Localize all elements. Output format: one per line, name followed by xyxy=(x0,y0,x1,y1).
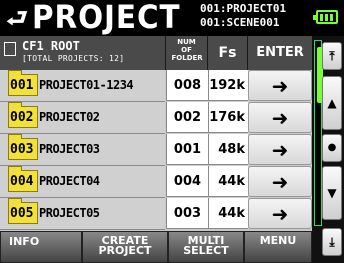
fs-value: 48k xyxy=(208,134,248,165)
scroll-top-icon[interactable]: ⤒ xyxy=(322,42,342,70)
project-name-cell[interactable]: 004 PROJECT04 xyxy=(0,166,165,198)
column-enter: ENTER xyxy=(248,36,312,70)
project-name-cell[interactable]: 002 PROJECT02 xyxy=(0,102,165,134)
total-projects-label: [TOTAL PROJECTS: 12] xyxy=(22,54,125,63)
scroll-track[interactable] xyxy=(314,40,323,226)
column-num-folder-label: NUM OF FOLDER xyxy=(171,38,203,62)
back-arrow-icon[interactable]: ⮐ xyxy=(4,4,30,32)
project-name: PROJECT04 xyxy=(39,174,100,188)
root-header: CF1 ROOT [TOTAL PROJECTS: 12] xyxy=(0,36,166,70)
project-name: PROJECT05 xyxy=(39,206,100,220)
page-title: PROJECT xyxy=(32,0,181,36)
arrow-right-icon: ➜ xyxy=(271,74,289,98)
arrow-right-icon: ➜ xyxy=(271,202,289,226)
project-name: PROJECT03 xyxy=(39,142,100,156)
enter-button[interactable]: ➜ xyxy=(248,70,312,101)
scrollbar[interactable]: ⤒ ▲ ● ▼ ⤓ xyxy=(312,36,344,263)
info-button[interactable]: INFO xyxy=(0,231,82,263)
arrow-right-icon: ➜ xyxy=(271,170,289,194)
table-header: CF1 ROOT [TOTAL PROJECTS: 12] NUM OF FOL… xyxy=(0,36,312,70)
battery-icon xyxy=(313,10,338,24)
column-fs: Fs xyxy=(208,36,248,70)
folder-icon: 005 xyxy=(8,198,38,224)
project-name-cell[interactable]: 001 PROJECT01-1234 xyxy=(0,70,165,102)
folder-icon: 004 xyxy=(8,166,38,192)
arrow-right-icon: ➜ xyxy=(271,138,289,162)
card-icon xyxy=(4,42,16,56)
num-folder-value: 001 xyxy=(166,134,208,165)
root-label: CF1 ROOT xyxy=(22,39,80,53)
fs-value: 44k xyxy=(208,198,248,229)
header-bar: ⮐ PROJECT 001:PROJECT01 001:SCENE001 xyxy=(0,0,344,36)
scroll-down-icon[interactable]: ▼ xyxy=(322,166,342,220)
folder-icon: 002 xyxy=(8,102,38,128)
arrow-right-icon: ➜ xyxy=(271,106,289,130)
project-name: PROJECT02 xyxy=(39,110,100,124)
multi-select-button[interactable]: MULTI SELECT xyxy=(168,231,244,263)
menu-button-label: MENU xyxy=(259,234,297,247)
scroll-bottom-icon[interactable]: ⤓ xyxy=(322,228,342,256)
fs-value: 44k xyxy=(208,166,248,197)
project-name: PROJECT01-1234 xyxy=(39,78,134,92)
table-row[interactable]: 002 PROJECT02 002 176k ➜ xyxy=(0,102,312,134)
folder-icon: 001 xyxy=(8,70,38,96)
enter-button[interactable]: ➜ xyxy=(248,102,312,133)
menu-button[interactable]: MENU xyxy=(244,231,312,263)
current-scene-label: 001:SCENE001 xyxy=(200,16,280,29)
project-name-cell[interactable]: 003 PROJECT03 xyxy=(0,134,165,166)
project-index: 004 xyxy=(10,174,34,189)
num-folder-value: 008 xyxy=(166,70,208,101)
enter-button[interactable]: ➜ xyxy=(248,134,312,165)
multi-button-label-2: SELECT xyxy=(183,244,229,257)
scroll-position-icon: ● xyxy=(322,134,342,162)
footer-bar: INFO CREATE PROJECT MULTI SELECT MENU xyxy=(0,231,312,263)
enter-button[interactable]: ➜ xyxy=(248,198,312,229)
project-list: CF1 ROOT [TOTAL PROJECTS: 12] NUM OF FOL… xyxy=(0,36,312,231)
table-row[interactable]: 005 PROJECT05 003 44k ➜ xyxy=(0,198,312,230)
project-name-cell[interactable]: 005 PROJECT05 xyxy=(0,198,165,230)
current-project-label: 001:PROJECT01 xyxy=(200,2,287,15)
project-index: 002 xyxy=(10,110,34,125)
num-folder-value: 003 xyxy=(166,198,208,229)
fs-value: 192k xyxy=(208,70,248,101)
column-num-folder: NUM OF FOLDER xyxy=(166,36,208,70)
scroll-up-icon[interactable]: ▲ xyxy=(322,76,342,130)
num-folder-value: 002 xyxy=(166,102,208,133)
table-row[interactable]: 001 PROJECT01-1234 008 192k ➜ xyxy=(0,70,312,102)
project-index: 001 xyxy=(10,78,34,93)
project-index: 003 xyxy=(10,142,34,157)
folder-icon: 003 xyxy=(8,134,38,160)
create-project-button[interactable]: CREATE PROJECT xyxy=(82,231,168,263)
table-row[interactable]: 004 PROJECT04 004 44k ➜ xyxy=(0,166,312,198)
project-index: 005 xyxy=(10,206,34,221)
table-row[interactable]: 003 PROJECT03 001 48k ➜ xyxy=(0,134,312,166)
current-project-info: 001:PROJECT01 001:SCENE001 xyxy=(200,2,286,30)
fs-value: 176k xyxy=(208,102,248,133)
num-folder-value: 004 xyxy=(166,166,208,197)
info-button-label: INFO xyxy=(9,235,40,248)
create-button-label-2: PROJECT xyxy=(98,244,152,257)
enter-button[interactable]: ➜ xyxy=(248,166,312,197)
